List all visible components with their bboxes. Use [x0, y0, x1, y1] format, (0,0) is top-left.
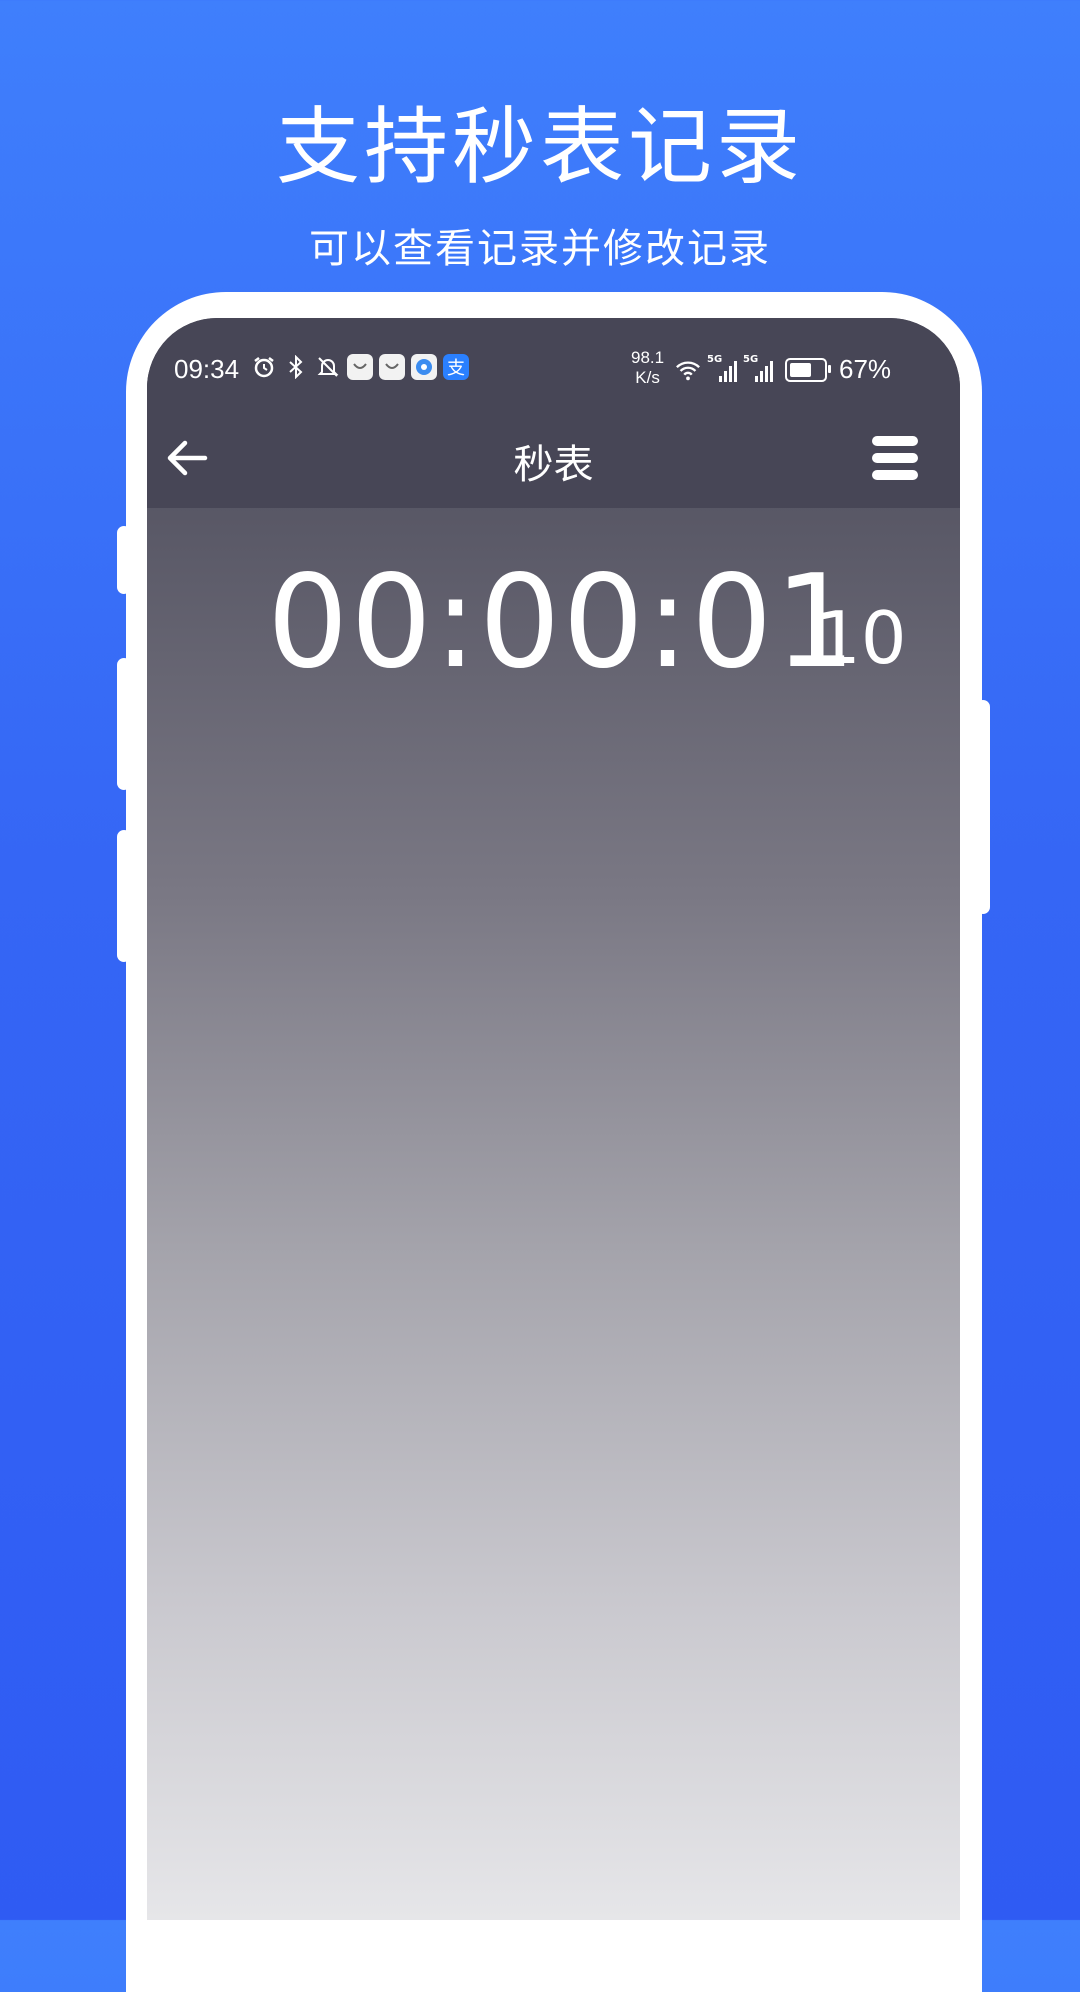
network-speed-value: 98.1: [631, 348, 665, 367]
phone-screen: 09:34 支 98.1 K/s 5G 5G 67% 秒表 00:00:01 1…: [147, 318, 960, 1920]
phone-side-button: [117, 526, 131, 594]
status-left-icons: 支: [251, 354, 469, 380]
phone-side-button: [976, 700, 990, 914]
signal-5g-label: 5G: [707, 353, 723, 365]
app-icon: [379, 354, 405, 380]
status-right-icons: 5G 5G 67%: [675, 354, 891, 385]
stopwatch-display: 00:00:01 10: [147, 548, 960, 697]
status-bar: 09:34 支 98.1 K/s 5G 5G 67%: [147, 318, 960, 408]
menu-line: [872, 470, 918, 480]
network-speed: 98.1 K/s: [631, 348, 664, 388]
network-speed-unit: K/s: [635, 368, 660, 387]
menu-line: [872, 436, 918, 446]
bluetooth-icon: [283, 354, 309, 380]
app-icon: [347, 354, 373, 380]
phone-side-button: [117, 830, 131, 962]
app-icon: [411, 354, 437, 380]
stopwatch-centiseconds: 10: [815, 596, 907, 680]
status-time: 09:34: [174, 354, 240, 384]
stopwatch-time: 00:00:01: [267, 548, 858, 697]
menu-button[interactable]: [865, 430, 925, 486]
page-title: 秒表: [513, 442, 594, 488]
wifi-icon: [675, 357, 701, 383]
signal-icon: 5G: [743, 354, 773, 382]
signal-5g-label: 5G: [743, 353, 759, 365]
signal-icon: 5G: [707, 354, 737, 382]
promo-title: 支持秒表记录: [275, 98, 804, 196]
battery-percent: 67%: [839, 354, 892, 384]
promo-subtitle: 可以查看记录并修改记录: [309, 226, 771, 272]
alipay-icon: 支: [443, 354, 469, 380]
mute-icon: [315, 354, 341, 380]
battery-icon: [785, 357, 831, 382]
app-bar: 秒表: [147, 408, 960, 508]
phone-side-button: [117, 658, 131, 790]
battery-fill: [790, 362, 811, 377]
alarm-icon: [251, 354, 277, 380]
menu-line: [872, 453, 918, 463]
